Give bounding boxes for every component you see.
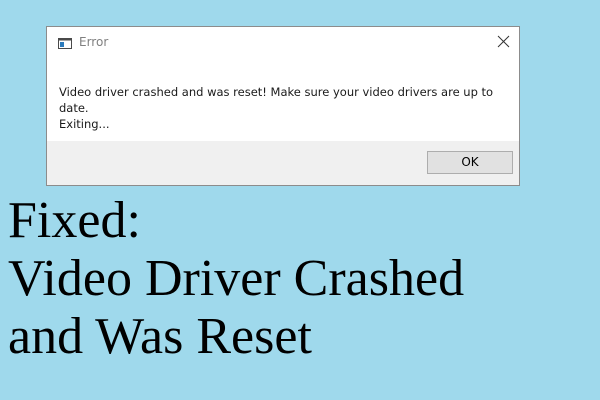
ok-button[interactable]: OK: [427, 151, 513, 174]
error-dialog: Error Video driver crashed and was reset…: [46, 26, 520, 186]
message-line: Video driver crashed and was reset! Make…: [59, 85, 494, 115]
dialog-title: Error: [79, 35, 109, 49]
window-icon: [58, 36, 72, 49]
dialog-titlebar[interactable]: Error: [47, 27, 519, 58]
dialog-message: Video driver crashed and was reset! Make…: [59, 84, 509, 132]
close-icon: [497, 35, 510, 48]
headline-line: and Was Reset: [8, 308, 312, 365]
close-button[interactable]: [489, 27, 519, 57]
headline-line: Fixed:: [8, 192, 141, 249]
message-line: Exiting...: [59, 117, 110, 131]
headline: Fixed: Video Driver Crashed and Was Rese…: [8, 192, 464, 366]
headline-line: Video Driver Crashed: [8, 250, 465, 307]
dialog-footer: OK: [47, 141, 519, 185]
